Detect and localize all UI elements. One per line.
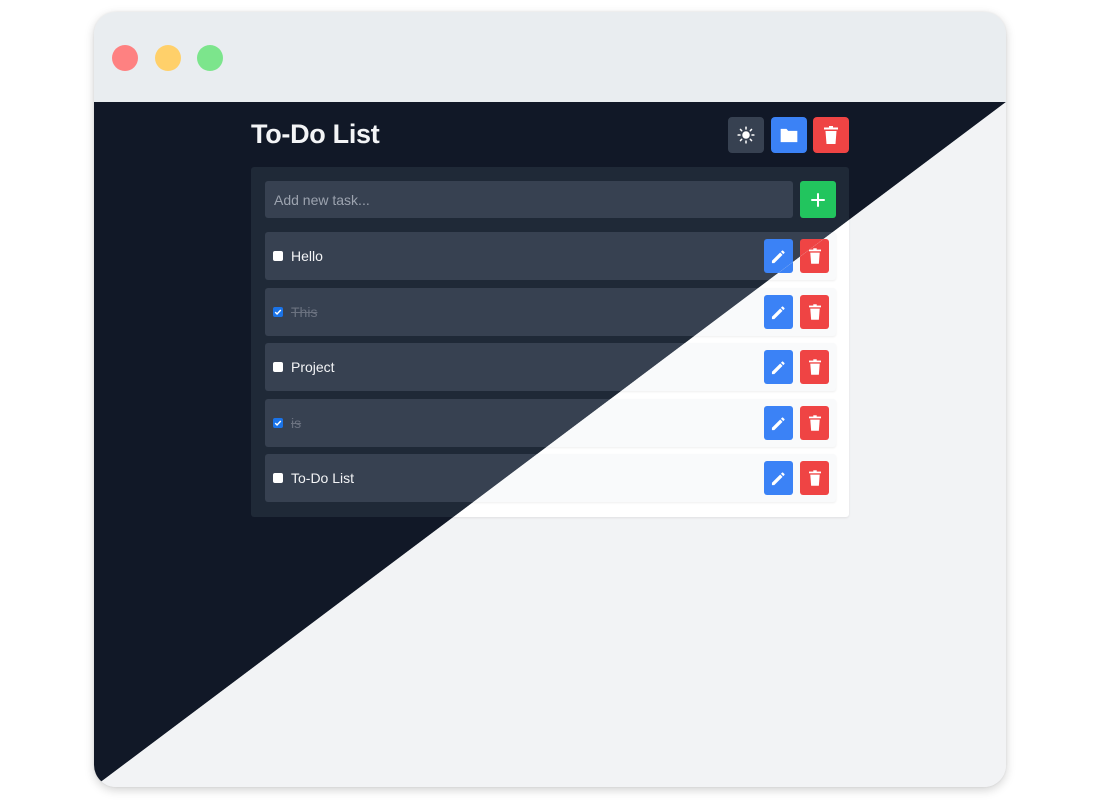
folder-button[interactable] — [771, 117, 807, 153]
pencil-icon — [771, 416, 785, 430]
window-titlebar — [94, 12, 1006, 102]
folder-icon — [780, 128, 798, 142]
delete-task-button[interactable] — [800, 350, 829, 384]
new-task-placeholder: Add new task... — [274, 191, 370, 208]
trash-icon — [808, 470, 821, 486]
task-checkbox[interactable] — [273, 251, 283, 261]
task-label: Hello — [291, 248, 323, 264]
edit-task-button[interactable] — [764, 406, 793, 440]
edit-task-button[interactable] — [764, 461, 793, 495]
delete-task-button[interactable] — [800, 295, 829, 329]
task-checkbox[interactable] — [273, 307, 283, 317]
checkmark-icon — [274, 420, 282, 427]
edit-task-button[interactable] — [764, 295, 793, 329]
close-window-button[interactable] — [112, 45, 138, 71]
task-label: This — [291, 304, 318, 320]
pencil-icon — [771, 305, 785, 319]
task-label: is — [291, 415, 302, 431]
task-item: Hello — [265, 232, 836, 280]
pencil-icon — [771, 360, 785, 374]
task-label: To-Do List — [291, 470, 355, 486]
plus-icon — [811, 192, 825, 207]
clear-all-button[interactable] — [813, 117, 849, 153]
browser-window: To-Do List Add new task... Hello This Pr… — [94, 12, 1006, 787]
theme-toggle-button[interactable] — [728, 117, 764, 153]
pencil-icon — [771, 471, 785, 485]
trash-icon — [808, 304, 821, 320]
trash-icon — [808, 415, 821, 431]
task-checkbox[interactable] — [273, 362, 283, 372]
delete-task-button[interactable] — [800, 461, 829, 495]
task-checkbox[interactable] — [273, 418, 283, 428]
sun-icon — [737, 126, 755, 144]
checkmark-icon — [274, 309, 282, 316]
task-label: Project — [291, 359, 335, 375]
maximize-window-button[interactable] — [197, 45, 223, 71]
minimize-window-button[interactable] — [155, 45, 181, 71]
pencil-icon — [771, 249, 785, 263]
edit-task-button[interactable] — [764, 350, 793, 384]
trash-icon — [824, 126, 838, 144]
task-checkbox[interactable] — [273, 473, 283, 483]
add-task-button[interactable] — [800, 181, 836, 218]
page-content: To-Do List Add new task... Hello This Pr… — [94, 102, 1006, 787]
new-task-input[interactable]: Add new task... — [265, 181, 793, 218]
trash-icon — [808, 359, 821, 375]
delete-task-button[interactable] — [800, 406, 829, 440]
trash-icon — [808, 248, 821, 264]
page-title: To-Do List — [251, 119, 380, 149]
